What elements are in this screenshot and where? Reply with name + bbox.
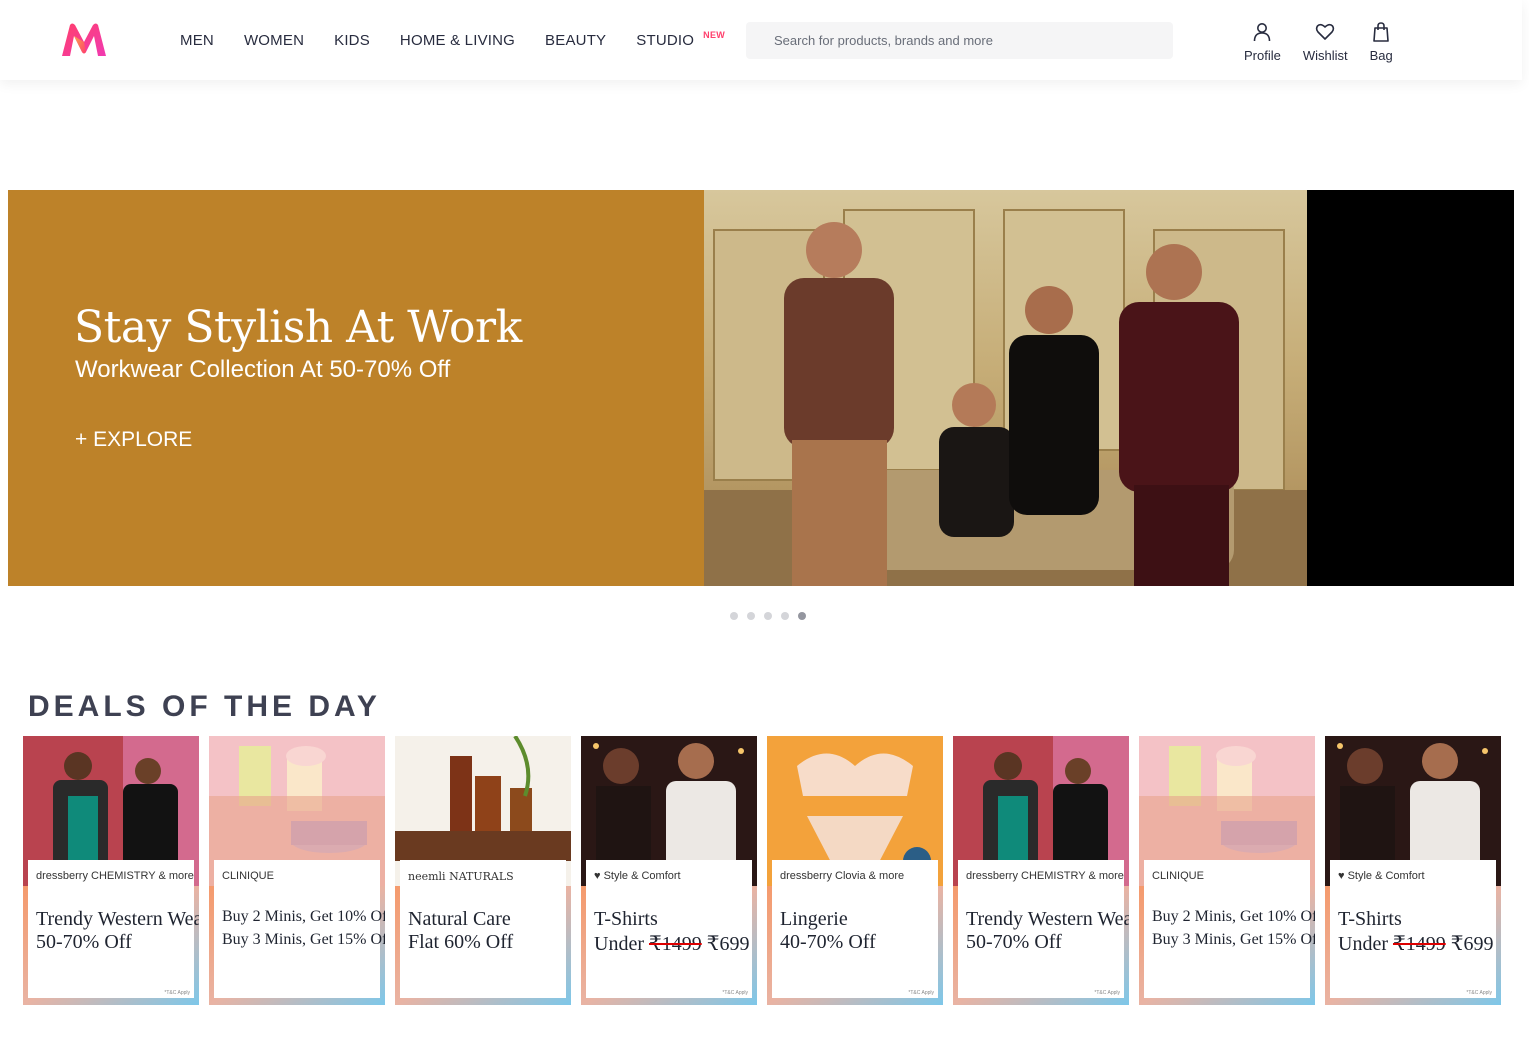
- nav-home-living-label: HOME & LIVING: [399, 31, 516, 49]
- deal-card[interactable]: dressberry CHEMISTRY & more Trendy Wester…: [23, 736, 199, 1005]
- deal-offer-line2: Under ₹1499 ₹699: [1338, 931, 1493, 956]
- nav-men[interactable]: MEN: [180, 32, 214, 49]
- deal-card[interactable]: neemli NATURALS Natural Care Flat 60% Off: [395, 736, 571, 1005]
- deal-card[interactable]: dressberry Clovia & more Lingerie 40-70% O…: [767, 736, 943, 1005]
- wishlist-label: Wishlist: [1302, 48, 1348, 63]
- deal-card-panel: dressberry Clovia & more Lingerie 40-70% O…: [772, 860, 938, 998]
- deal-offer-line2: Under ₹1499 ₹699: [594, 931, 749, 956]
- deal-card[interactable]: CLINIQUE Buy 2 Minis, Get 10% Off* Buy 3 M…: [209, 736, 385, 1005]
- deal-old-price: ₹1499: [1392, 933, 1446, 955]
- models-image: [704, 209, 1307, 586]
- deal-price-prefix: Under: [1338, 933, 1393, 955]
- deal-offer-line1: Lingerie: [780, 908, 848, 930]
- deal-offer-line2: 40-70% Off: [780, 931, 876, 953]
- deal-card-panel: dressberry CHEMISTRY & more Trendy Wester…: [958, 860, 1129, 998]
- profile-button[interactable]: Profile: [1244, 22, 1281, 63]
- deal-brand: neemli NATURALS: [408, 870, 514, 883]
- carousel-dot-5[interactable]: [798, 612, 806, 620]
- deal-brand: ♥ Style & Comfort: [594, 870, 681, 882]
- deal-card-panel: CLINIQUE Buy 2 Minis, Get 10% Off* Buy 3 M…: [1144, 860, 1315, 998]
- hero-banner[interactable]: Stay Stylish At Work Workwear Collection…: [8, 190, 1514, 586]
- deal-card-panel: CLINIQUE Buy 2 Minis, Get 10% Off* Buy 3 M…: [214, 860, 385, 998]
- banner-subtitle: Workwear Collection At 50-70% Off: [75, 356, 451, 383]
- nav-home-living[interactable]: HOME & LIVING: [400, 32, 515, 49]
- deal-price-prefix: Under: [594, 933, 649, 955]
- deal-new-price: ₹699: [1445, 933, 1494, 955]
- deal-card-panel: dressberry CHEMISTRY & more Trendy Wester…: [28, 860, 199, 998]
- bag-button[interactable]: Bag: [1370, 22, 1393, 63]
- deal-offer-line1: Trendy Western Wear: [966, 908, 1129, 930]
- deal-brand: CLINIQUE: [222, 870, 274, 882]
- header-actions: Profile Wishlist Bag: [1244, 22, 1415, 63]
- deal-tnc: *T&C Apply: [908, 990, 934, 996]
- deal-offer-line1: Natural Care: [408, 908, 511, 930]
- deal-offer-line2: 50-70% Off: [36, 931, 132, 953]
- deal-card-panel: ♥ Style & Comfort T-Shirts Under ₹1499 ₹69…: [586, 860, 752, 998]
- nav-women-label: WOMEN: [243, 31, 305, 49]
- wishlist-button[interactable]: Wishlist: [1303, 22, 1348, 63]
- deal-brand: dressberry CHEMISTRY & more: [966, 870, 1124, 882]
- carousel-dot-1[interactable]: [730, 612, 738, 620]
- search-icon[interactable]: [758, 33, 774, 49]
- deal-offer-line2: Flat 60% Off: [408, 931, 514, 953]
- deal-card[interactable]: ♥ Style & Comfort T-Shirts Under ₹1499 ₹69…: [1325, 736, 1501, 1005]
- nav-men-label: MEN: [180, 31, 214, 49]
- deal-offer-line1: Trendy Western Wear: [36, 908, 199, 930]
- deal-offer-line2: Buy 3 Minis, Get 15% Off*: [222, 931, 385, 948]
- bag-icon: [1373, 22, 1390, 42]
- search-input[interactable]: [774, 33, 1154, 48]
- carousel-dot-4[interactable]: [781, 612, 789, 620]
- carousel-dot-2[interactable]: [747, 612, 755, 620]
- deal-card[interactable]: dressberry CHEMISTRY & more Trendy Wester…: [953, 736, 1129, 1005]
- deal-brand: CLINIQUE: [1152, 870, 1204, 882]
- nav-kids-label: KIDS: [334, 31, 370, 49]
- deal-offer-line2: Buy 3 Minis, Get 15% Off*: [1152, 931, 1315, 948]
- deal-offer-line1: T-Shirts: [594, 908, 658, 930]
- carousel-dots: [730, 612, 815, 620]
- deal-offer-line2: 50-70% Off: [966, 931, 1062, 953]
- deal-card-panel: ♥ Style & Comfort T-Shirts Under ₹1499 ₹69…: [1330, 860, 1496, 998]
- carousel-dot-3[interactable]: [764, 612, 772, 620]
- profile-label: Profile: [1244, 48, 1281, 63]
- nav-women[interactable]: WOMEN: [244, 32, 304, 49]
- banner-title: Stay Stylish At Work: [74, 302, 522, 353]
- new-badge: NEW: [703, 29, 726, 40]
- deal-brand: ♥ Style & Comfort: [1338, 870, 1425, 882]
- banner-black-panel: [1307, 190, 1514, 586]
- deal-brand: dressberry CHEMISTRY & more: [36, 870, 194, 882]
- deal-card[interactable]: CLINIQUE Buy 2 Minis, Get 10% Off* Buy 3 M…: [1139, 736, 1315, 1005]
- nav-kids[interactable]: KIDS: [334, 32, 370, 49]
- deal-card-panel: neemli NATURALS Natural Care Flat 60% Off: [400, 860, 566, 998]
- deal-tnc: *T&C Apply: [1094, 990, 1120, 996]
- search-bar[interactable]: [746, 22, 1173, 59]
- myntra-logo[interactable]: [60, 22, 108, 58]
- banner-photo: [704, 190, 1307, 586]
- nav-studio[interactable]: STUDIO NEW: [636, 30, 724, 49]
- banner-text-panel: Stay Stylish At Work Workwear Collection…: [8, 190, 704, 586]
- deal-old-price: ₹1499: [648, 933, 702, 955]
- explore-link[interactable]: + EXPLORE: [75, 428, 192, 452]
- deal-tnc: *T&C Apply: [722, 990, 748, 996]
- deal-brand: dressberry Clovia & more: [780, 870, 905, 882]
- deals-title: DEALS OF THE DAY: [28, 690, 381, 723]
- heart-icon: [1316, 23, 1335, 40]
- nav-beauty[interactable]: BEAUTY: [545, 32, 606, 49]
- bag-label: Bag: [1369, 48, 1393, 63]
- main-nav: MEN WOMEN KIDS HOME & LIVING BEAUTY STUD…: [180, 0, 725, 80]
- deals-row: dressberry CHEMISTRY & more Trendy Wester…: [23, 736, 1511, 1005]
- deal-tnc: *T&C Apply: [164, 990, 190, 996]
- deal-offer-line1: Buy 2 Minis, Get 10% Off*: [1152, 908, 1315, 925]
- nav-beauty-label: BEAUTY: [545, 31, 607, 49]
- deal-offer-line1: Buy 2 Minis, Get 10% Off*: [222, 908, 385, 925]
- deal-new-price: ₹699: [701, 933, 750, 955]
- user-icon: [1254, 23, 1271, 42]
- top-header: MEN WOMEN KIDS HOME & LIVING BEAUTY STUD…: [0, 0, 1522, 80]
- deal-tnc: *T&C Apply: [1466, 990, 1492, 996]
- deal-card[interactable]: ♥ Style & Comfort T-Shirts Under ₹1499 ₹69…: [581, 736, 757, 1005]
- deal-offer-line1: T-Shirts: [1338, 908, 1402, 930]
- nav-studio-label: STUDIO: [636, 31, 695, 49]
